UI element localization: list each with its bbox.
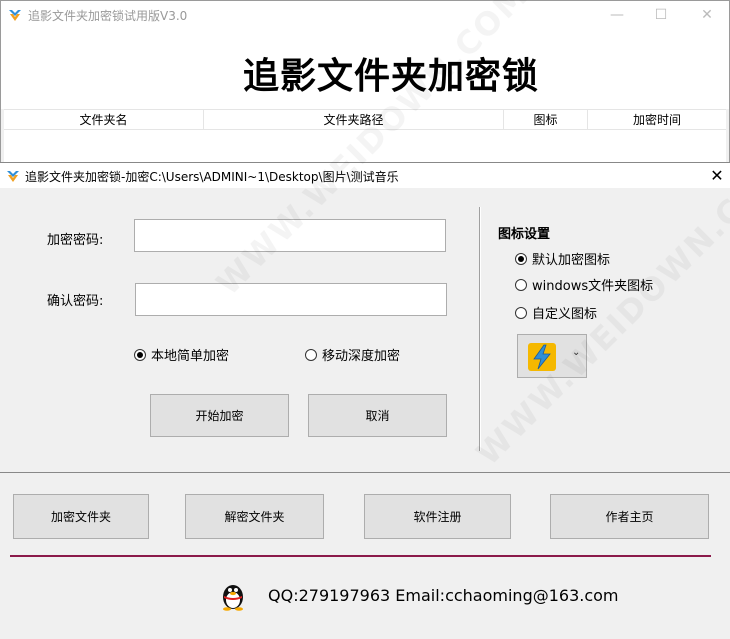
app-heading: 追影文件夹加密锁 [242,56,539,97]
encrypt-folder-button[interactable]: 加密文件夹 [13,494,149,539]
screen: 追影文件夹加密锁试用版V3.0 — ☐ ✕ 追影文件夹加密锁 文件夹名 文件夹路… [0,0,730,639]
radio-default-icon-label: 默认加密图标 [532,253,611,268]
radio-custom-icon-label: 自定义图标 [532,307,598,322]
encrypt-dialog: 追影文件夹加密锁-加密C:\Users\ADMINI~1\Desktop\图片\… [0,162,730,472]
column-header-folder-name[interactable]: 文件夹名 [4,110,204,130]
folder-list-header: 文件夹名 文件夹路径 图标 加密时间 [4,110,726,130]
close-button[interactable]: ✕ [685,1,729,29]
radio-unchecked-icon [305,348,317,361]
software-register-button[interactable]: 软件注册 [364,494,511,539]
radio-windows-icon-label: windows文件夹图标 [532,279,654,294]
radio-checked-icon [515,252,527,265]
radio-windows-icon[interactable]: windows文件夹图标 [515,275,653,294]
confirm-password-label: 确认密码: [47,294,104,309]
column-header-folder-path[interactable]: 文件夹路径 [204,110,504,130]
radio-local-encrypt[interactable]: 本地简单加密 [134,345,229,364]
cancel-button[interactable]: 取消 [308,394,447,437]
decrypt-folder-button[interactable]: 解密文件夹 [185,494,324,539]
bottom-toolbar: 加密文件夹 解密文件夹 软件注册 作者主页 QQ:279197963 Email… [0,472,730,639]
password-input[interactable] [134,219,446,252]
icon-picker-dropdown[interactable]: ⌄ [517,334,587,378]
radio-unchecked-icon [515,306,527,319]
chevron-down-icon: ⌄ [572,347,581,358]
divider [479,207,481,451]
maximize-button[interactable]: ☐ [639,1,683,29]
dialog-titlebar: 追影文件夹加密锁-加密C:\Users\ADMINI~1\Desktop\图片\… [0,163,730,188]
radio-checked-icon [134,348,146,361]
app-logo-icon [7,171,19,182]
lightning-folder-icon [528,343,556,371]
start-encrypt-button[interactable]: 开始加密 [150,394,289,437]
folder-list[interactable]: 文件夹名 文件夹路径 图标 加密时间 [4,109,726,165]
main-titlebar: 追影文件夹加密锁试用版V3.0 — ☐ ✕ [1,1,729,29]
author-homepage-button[interactable]: 作者主页 [550,494,709,539]
password-label: 加密密码: [47,233,104,248]
main-window-title: 追影文件夹加密锁试用版V3.0 [28,9,188,23]
radio-mobile-encrypt-label: 移动深度加密 [322,349,401,364]
column-header-encrypt-time[interactable]: 加密时间 [588,110,726,130]
column-header-icon[interactable]: 图标 [504,110,588,130]
confirm-password-input[interactable] [135,283,447,316]
dialog-title: 追影文件夹加密锁-加密C:\Users\ADMINI~1\Desktop\图片\… [25,170,399,184]
accent-divider [10,555,711,557]
contact-info: QQ:279197963 Email:cchaoming@163.com [268,586,619,605]
minimize-button[interactable]: — [595,1,639,29]
radio-custom-icon[interactable]: 自定义图标 [515,303,597,322]
header-banner: 追影文件夹加密锁 [1,29,729,109]
icon-settings-title: 图标设置 [498,227,551,242]
radio-unchecked-icon [515,278,527,291]
radio-default-icon[interactable]: 默认加密图标 [515,249,610,268]
dialog-close-button[interactable]: ✕ [704,163,730,188]
radio-local-encrypt-label: 本地简单加密 [151,349,230,364]
radio-mobile-encrypt[interactable]: 移动深度加密 [305,345,400,364]
app-logo-icon [9,10,21,21]
qq-penguin-icon [223,585,243,611]
